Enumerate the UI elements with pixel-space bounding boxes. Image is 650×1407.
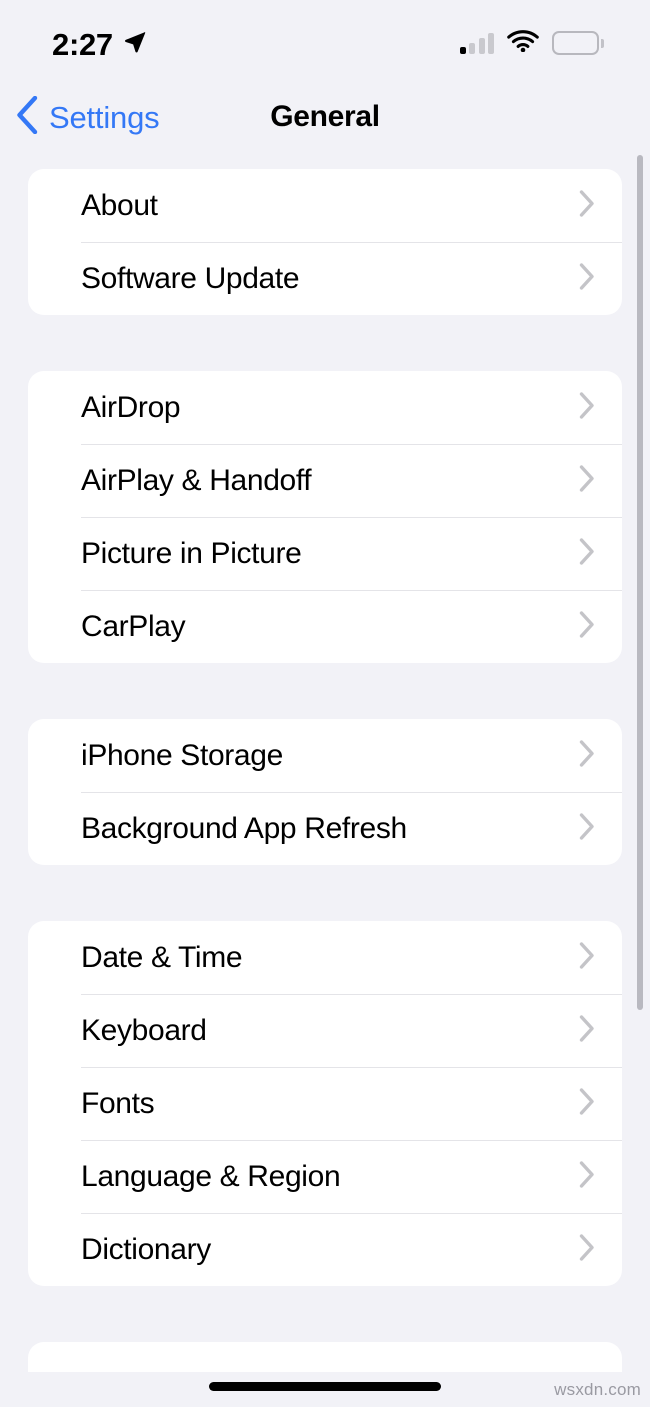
row-label: About bbox=[81, 188, 158, 222]
row-date-time[interactable]: Date & Time bbox=[28, 921, 622, 994]
row-label: Picture in Picture bbox=[81, 536, 302, 570]
row-label: Background App Refresh bbox=[81, 811, 407, 845]
status-time: 2:27 bbox=[52, 26, 113, 62]
row-label: Dictionary bbox=[81, 1232, 211, 1266]
row-about[interactable]: About bbox=[28, 169, 622, 242]
status-bar-left: 2:27 bbox=[52, 27, 147, 60]
settings-group-1: About Software Update bbox=[28, 169, 622, 315]
chevron-right-icon bbox=[579, 189, 595, 222]
row-label: CarPlay bbox=[81, 609, 186, 643]
chevron-right-icon bbox=[579, 941, 595, 974]
chevron-right-icon bbox=[579, 1160, 595, 1193]
chevron-left-icon bbox=[16, 95, 38, 139]
row-fonts[interactable]: Fonts bbox=[28, 1067, 622, 1140]
row-software-update[interactable]: Software Update bbox=[28, 242, 622, 315]
watermark: wsxdn.com bbox=[554, 1380, 641, 1399]
row-label: Language & Region bbox=[81, 1159, 341, 1193]
chevron-right-icon bbox=[579, 1087, 595, 1120]
row-dictionary[interactable]: Dictionary bbox=[28, 1213, 622, 1286]
location-arrow-icon bbox=[122, 29, 147, 59]
settings-group-3: iPhone Storage Background App Refresh bbox=[28, 719, 622, 865]
chevron-right-icon bbox=[579, 812, 595, 845]
navigation-bar: Settings General bbox=[0, 86, 650, 148]
back-button-label: Settings bbox=[49, 99, 160, 135]
wifi-icon bbox=[507, 29, 539, 57]
home-indicator[interactable] bbox=[209, 1382, 441, 1391]
row-label: Fonts bbox=[81, 1086, 155, 1120]
battery-icon bbox=[552, 31, 604, 55]
row-keyboard[interactable]: Keyboard bbox=[28, 994, 622, 1067]
row-airdrop[interactable]: AirDrop bbox=[28, 371, 622, 444]
row-picture-in-picture[interactable]: Picture in Picture bbox=[28, 517, 622, 590]
row-airplay-handoff[interactable]: AirPlay & Handoff bbox=[28, 444, 622, 517]
chevron-right-icon bbox=[579, 464, 595, 497]
chevron-right-icon bbox=[579, 537, 595, 570]
chevron-right-icon bbox=[579, 1233, 595, 1266]
chevron-right-icon bbox=[579, 610, 595, 643]
row-label: AirDrop bbox=[81, 390, 181, 424]
status-bar-right bbox=[459, 29, 604, 57]
settings-group-4: Date & Time Keyboard Fonts Language & Re… bbox=[28, 921, 622, 1286]
settings-group-5-partial[interactable] bbox=[28, 1342, 622, 1372]
row-iphone-storage[interactable]: iPhone Storage bbox=[28, 719, 622, 792]
status-bar: 2:27 bbox=[0, 0, 650, 86]
row-carplay[interactable]: CarPlay bbox=[28, 590, 622, 663]
chevron-right-icon bbox=[579, 391, 595, 424]
chevron-right-icon bbox=[579, 739, 595, 772]
settings-list: About Software Update AirDrop AirPlay & … bbox=[0, 148, 650, 1372]
row-label: iPhone Storage bbox=[81, 738, 283, 772]
chevron-right-icon bbox=[579, 1014, 595, 1047]
row-label: Software Update bbox=[81, 261, 300, 295]
row-background-app-refresh[interactable]: Background App Refresh bbox=[28, 792, 622, 865]
chevron-right-icon bbox=[579, 262, 595, 295]
row-language-region[interactable]: Language & Region bbox=[28, 1140, 622, 1213]
back-button[interactable]: Settings bbox=[0, 95, 160, 139]
cellular-signal-icon bbox=[459, 32, 494, 54]
row-label: Keyboard bbox=[81, 1013, 207, 1047]
row-label: Date & Time bbox=[81, 940, 243, 974]
settings-group-2: AirDrop AirPlay & Handoff Picture in Pic… bbox=[28, 371, 622, 663]
row-label: AirPlay & Handoff bbox=[81, 463, 312, 497]
